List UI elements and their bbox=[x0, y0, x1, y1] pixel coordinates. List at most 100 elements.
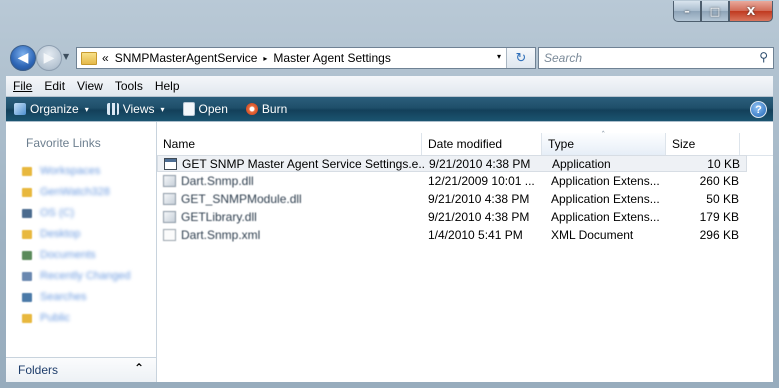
command-bar: Organize ▾ Views ▾ Open Burn ? bbox=[6, 97, 773, 121]
chevron-down-icon: ▾ bbox=[84, 104, 89, 114]
xml-file-icon bbox=[163, 229, 176, 241]
file-type: Application Extens... bbox=[551, 192, 660, 206]
file-type: Application Extens... bbox=[551, 174, 660, 188]
favorite-link[interactable]: OS (C) bbox=[22, 207, 74, 219]
file-name: GET_SNMPModule.dll bbox=[181, 192, 302, 206]
folders-label: Folders bbox=[18, 363, 59, 377]
file-size: 50 KB bbox=[706, 192, 739, 206]
file-name: Dart.Snmp.dll bbox=[181, 174, 254, 188]
navigation-pane: Favorite Links Workspaces GenWatch328 OS… bbox=[6, 122, 157, 382]
close-button[interactable]: X bbox=[729, 1, 773, 22]
drive-icon bbox=[22, 208, 32, 218]
dll-file-icon bbox=[163, 193, 176, 205]
file-size: 296 KB bbox=[699, 228, 739, 242]
burn-button[interactable]: Burn bbox=[245, 102, 288, 116]
documents-icon bbox=[22, 250, 32, 260]
file-type: Application bbox=[552, 157, 611, 171]
favorite-link-label: Searches bbox=[40, 291, 87, 303]
forward-button[interactable]: ▶ bbox=[36, 45, 62, 71]
minimize-button[interactable]: – bbox=[673, 1, 701, 22]
file-date: 12/21/2009 10:01 ... bbox=[428, 174, 535, 188]
window-controls: – □ X bbox=[673, 1, 773, 22]
recent-pages-dropdown-icon[interactable]: ▼ bbox=[63, 52, 69, 61]
file-row[interactable]: GET SNMP Master Agent Service Settings.e… bbox=[157, 155, 747, 172]
menu-bar: File Edit View Tools Help bbox=[6, 76, 773, 97]
help-icon[interactable]: ? bbox=[750, 101, 767, 118]
favorite-link[interactable]: Public bbox=[22, 312, 70, 324]
maximize-button[interactable]: □ bbox=[701, 1, 729, 22]
navigation-row: ◀ ▶ ▼ « SNMPMasterAgentService ▸ Master … bbox=[0, 42, 779, 72]
menu-view[interactable]: View bbox=[70, 79, 108, 93]
views-icon bbox=[106, 103, 119, 115]
favorite-link-label: Public bbox=[40, 312, 70, 324]
burn-label: Burn bbox=[261, 102, 288, 116]
column-header-size[interactable]: Size bbox=[666, 133, 740, 155]
column-header-type-label: Type bbox=[548, 137, 575, 151]
column-header-name[interactable]: Name bbox=[157, 133, 422, 155]
views-button[interactable]: Views ▾ bbox=[106, 102, 165, 116]
favorite-links-heading: Favorite Links bbox=[26, 136, 101, 150]
search-placeholder: Search bbox=[544, 51, 583, 65]
open-label: Open bbox=[198, 102, 228, 116]
organize-button[interactable]: Organize ▾ bbox=[14, 102, 89, 116]
favorite-link[interactable]: GenWatch328 bbox=[22, 186, 110, 198]
searches-icon bbox=[22, 292, 32, 302]
favorite-link-label: GenWatch328 bbox=[40, 186, 110, 198]
breadcrumb-segment[interactable]: Master Agent Settings bbox=[273, 51, 390, 65]
open-button[interactable]: Open bbox=[182, 102, 228, 116]
folder-icon bbox=[22, 187, 32, 197]
menu-edit[interactable]: Edit bbox=[37, 79, 70, 93]
address-overflow[interactable]: « bbox=[102, 51, 109, 65]
search-icon[interactable]: ⚲ bbox=[759, 50, 768, 64]
address-bar[interactable]: « SNMPMasterAgentService ▸ Master Agent … bbox=[76, 47, 536, 69]
menu-help[interactable]: Help bbox=[148, 79, 185, 93]
file-name: GETLibrary.dll bbox=[181, 210, 257, 224]
chevron-up-icon: ⌃ bbox=[133, 361, 144, 375]
breadcrumb-segment[interactable]: SNMPMasterAgentService bbox=[115, 51, 258, 65]
application-icon bbox=[164, 158, 177, 170]
file-row[interactable]: Dart.Snmp.xml 1/4/2010 5:41 PM XML Docum… bbox=[157, 227, 747, 244]
favorite-link-label: Recently Changed bbox=[40, 270, 131, 282]
column-header-date[interactable]: Date modified bbox=[422, 133, 542, 155]
file-row[interactable]: GET_SNMPModule.dll 9/21/2010 4:38 PM App… bbox=[157, 191, 747, 208]
folders-toggle[interactable]: Folders ⌃ bbox=[6, 357, 156, 382]
file-row[interactable]: Dart.Snmp.dll 12/21/2009 10:01 ... Appli… bbox=[157, 173, 747, 190]
sort-ascending-icon: ˆ bbox=[601, 131, 606, 141]
favorite-link-label: Desktop bbox=[40, 228, 81, 240]
open-icon bbox=[182, 102, 195, 116]
dll-file-icon bbox=[163, 211, 176, 223]
favorite-link[interactable]: Desktop bbox=[22, 228, 80, 240]
file-name: GET SNMP Master Agent Service Settings.e… bbox=[182, 157, 424, 171]
favorite-link[interactable]: Documents bbox=[22, 249, 96, 261]
favorite-link[interactable]: Searches bbox=[22, 291, 86, 303]
views-label: Views bbox=[122, 102, 155, 116]
breadcrumb-separator-icon[interactable]: ▸ bbox=[263, 54, 267, 63]
column-headers: Name Date modified ˆ Type Size bbox=[157, 131, 773, 156]
title-bar[interactable]: – □ X bbox=[0, 0, 779, 40]
file-size: 179 KB bbox=[699, 210, 739, 224]
favorite-link-label: Workspaces bbox=[40, 165, 101, 177]
menu-tools[interactable]: Tools bbox=[108, 79, 148, 93]
organize-icon bbox=[14, 103, 26, 115]
file-type: Application Extens... bbox=[551, 210, 660, 224]
file-date: 9/21/2010 4:38 PM bbox=[428, 210, 530, 224]
chevron-down-icon: ▾ bbox=[160, 104, 165, 114]
search-input[interactable]: Search ⚲ bbox=[538, 47, 774, 69]
favorite-link-label: Documents bbox=[40, 249, 96, 261]
refresh-button[interactable]: ↻ bbox=[506, 48, 535, 68]
folder-icon bbox=[81, 51, 97, 65]
address-dropdown-icon[interactable]: ▾ bbox=[497, 52, 501, 61]
burn-icon bbox=[245, 103, 258, 115]
favorite-link-label: OS (C) bbox=[40, 207, 75, 219]
recent-icon bbox=[22, 271, 32, 281]
column-header-type[interactable]: ˆ Type bbox=[542, 131, 666, 155]
file-date: 9/21/2010 4:38 PM bbox=[428, 192, 530, 206]
folder-icon bbox=[22, 166, 32, 176]
file-row[interactable]: GETLibrary.dll 9/21/2010 4:38 PM Applica… bbox=[157, 209, 747, 226]
favorite-link[interactable]: Workspaces bbox=[22, 165, 100, 177]
menu-file[interactable]: File bbox=[6, 79, 37, 93]
back-button[interactable]: ◀ bbox=[10, 45, 36, 71]
file-date: 1/4/2010 5:41 PM bbox=[428, 228, 523, 242]
favorite-link[interactable]: Recently Changed bbox=[22, 270, 131, 282]
file-date: 9/21/2010 4:38 PM bbox=[429, 157, 531, 171]
